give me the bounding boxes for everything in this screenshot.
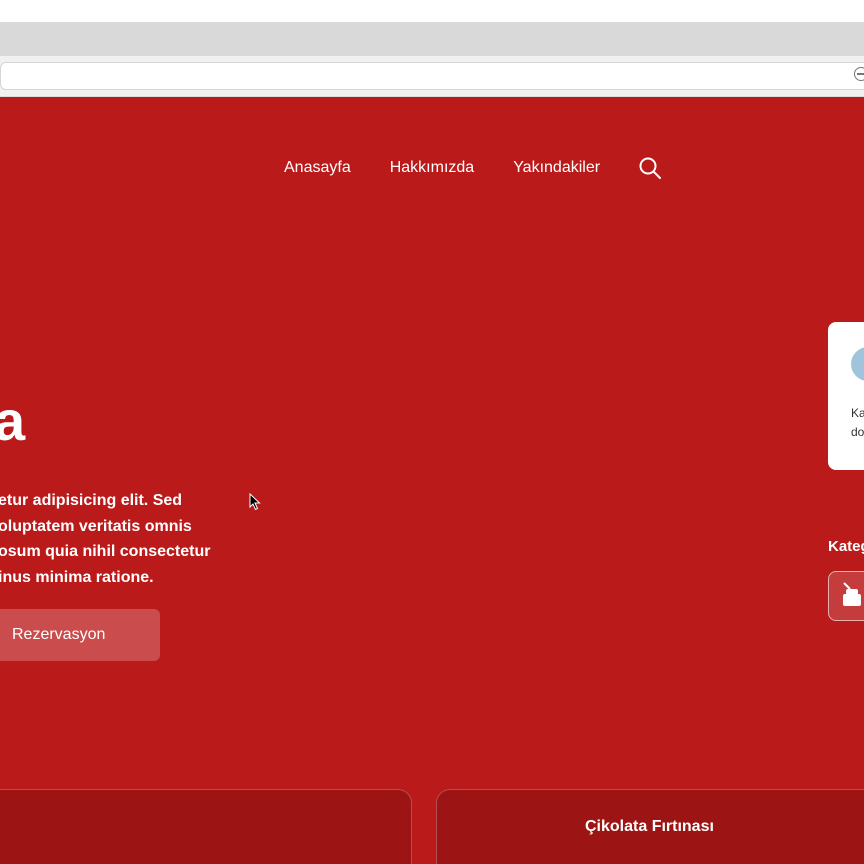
avatar bbox=[851, 347, 864, 381]
search-icon[interactable] bbox=[638, 156, 662, 180]
hero-description-line: osum quia nihil consectetur bbox=[0, 543, 211, 560]
side-card-line: do bbox=[851, 425, 864, 439]
page-content: Anasayfa Hakkımızda Yakındakiler a etur … bbox=[0, 97, 864, 864]
hero-title: a bbox=[0, 389, 26, 452]
cake-icon bbox=[843, 582, 861, 606]
hero-description-line: etur adipisicing elit. Sed bbox=[0, 492, 183, 509]
nav-item-anasayfa[interactable]: Anasayfa bbox=[284, 159, 351, 177]
side-card-text: Ka do bbox=[851, 404, 864, 442]
reservation-button[interactable]: Rezervasyon bbox=[0, 609, 160, 661]
address-bar[interactable] bbox=[0, 62, 864, 90]
screen-top-margin bbox=[0, 0, 864, 22]
hero-description: etur adipisicing elit. Sed oluptatem ver… bbox=[0, 488, 238, 590]
product-card[interactable] bbox=[0, 789, 412, 864]
product-card[interactable]: Çikolata Fırtınası bbox=[436, 789, 864, 864]
nav-item-yakindakiler[interactable]: Yakındakiler bbox=[513, 159, 600, 177]
main-nav: Anasayfa Hakkımızda Yakındakiler bbox=[284, 156, 662, 180]
side-info-card[interactable]: Ka do bbox=[828, 322, 864, 470]
hero-description-line: inus minima ratione. bbox=[0, 568, 154, 586]
cursor-icon bbox=[249, 493, 261, 511]
nav-item-hakkimizda[interactable]: Hakkımızda bbox=[390, 159, 474, 177]
category-button[interactable] bbox=[828, 571, 864, 621]
zoom-icon[interactable] bbox=[854, 67, 864, 81]
categories-label: Kateg bbox=[828, 538, 864, 555]
hero-description-line: oluptatem veritatis omnis bbox=[0, 517, 192, 535]
browser-tab-strip bbox=[0, 22, 864, 56]
product-card-title: Çikolata Fırtınası bbox=[585, 818, 714, 835]
side-card-line: Ka bbox=[851, 406, 864, 420]
